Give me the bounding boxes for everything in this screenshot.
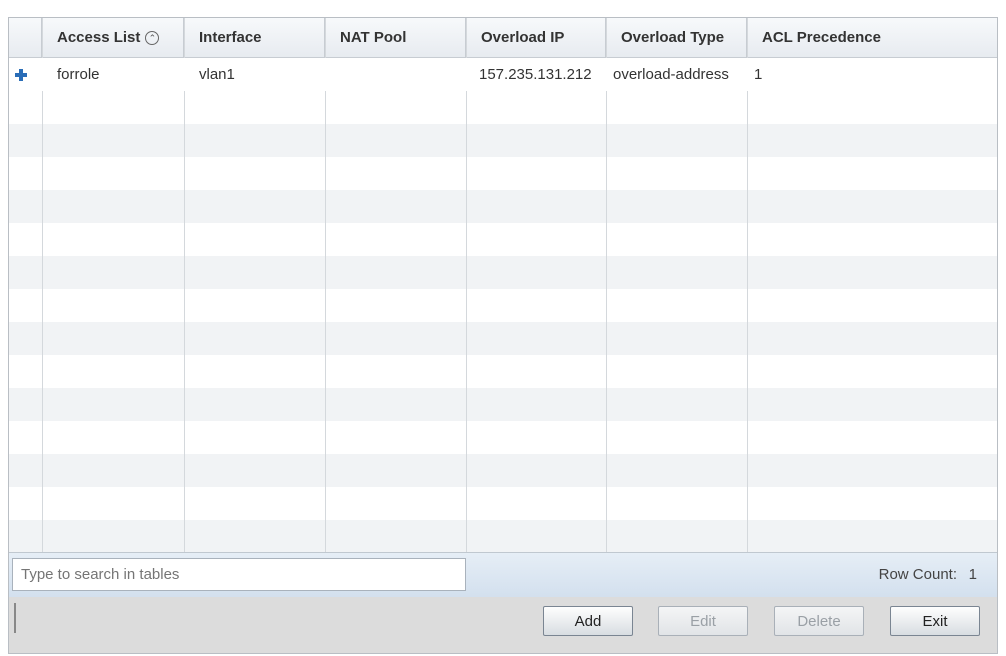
search-input[interactable] bbox=[12, 558, 466, 591]
column-divider bbox=[466, 18, 467, 552]
table-footer: Row Count: 1 bbox=[9, 552, 997, 597]
nat-table-panel: Access List ⌃ Interface NAT Pool Overload… bbox=[8, 17, 998, 654]
column-divider bbox=[42, 18, 43, 552]
toolbar-divider bbox=[14, 603, 16, 633]
row-stripe bbox=[9, 322, 997, 355]
cell-interface: vlan1 bbox=[199, 66, 235, 83]
column-header-overload-ip[interactable]: Overload IP bbox=[466, 18, 606, 57]
column-header-access-list[interactable]: Access List ⌃ bbox=[42, 18, 184, 57]
column-divider bbox=[325, 18, 326, 552]
row-stripe bbox=[9, 124, 997, 157]
column-header-label: Access List bbox=[57, 29, 141, 46]
column-header-label: Overload Type bbox=[621, 29, 725, 46]
row-count-value: 1 bbox=[968, 566, 977, 583]
table-header: Access List ⌃ Interface NAT Pool Overload… bbox=[9, 18, 997, 58]
column-header-label: NAT Pool bbox=[340, 29, 407, 46]
row-stripe bbox=[9, 454, 997, 487]
cell-access-list: forrole bbox=[57, 66, 100, 83]
cell-overload-ip: 157.235.131.212 bbox=[479, 66, 592, 83]
plus-icon[interactable] bbox=[15, 69, 27, 81]
add-button[interactable]: Add bbox=[543, 606, 633, 636]
row-stripe bbox=[9, 256, 997, 289]
sort-ascending-icon[interactable]: ⌃ bbox=[145, 31, 160, 46]
column-header-overload-type[interactable]: Overload Type bbox=[606, 18, 747, 57]
row-stripe bbox=[9, 388, 997, 421]
exit-button[interactable]: Exit bbox=[890, 606, 980, 636]
header-expander bbox=[9, 18, 42, 57]
table-row[interactable]: forrole vlan1 157.235.131.212 overload-a… bbox=[9, 58, 997, 91]
column-header-acl-precedence[interactable]: ACL Precedence bbox=[747, 18, 997, 57]
column-header-nat-pool[interactable]: NAT Pool bbox=[325, 18, 466, 57]
column-header-label: Interface bbox=[199, 29, 262, 46]
button-bar: Add Edit Delete Exit bbox=[9, 597, 997, 653]
delete-button[interactable]: Delete bbox=[774, 606, 864, 636]
column-header-label: ACL Precedence bbox=[762, 29, 881, 46]
row-stripe bbox=[9, 520, 997, 552]
table-body bbox=[9, 58, 997, 552]
cell-overload-type: overload-address bbox=[613, 66, 729, 83]
column-header-label: Overload IP bbox=[481, 29, 565, 46]
column-header-interface[interactable]: Interface bbox=[184, 18, 325, 57]
row-stripe bbox=[9, 190, 997, 223]
data-grid: Access List ⌃ Interface NAT Pool Overload… bbox=[9, 18, 997, 552]
column-divider bbox=[747, 18, 748, 552]
cell-acl-precedence: 1 bbox=[754, 66, 763, 83]
edit-button[interactable]: Edit bbox=[658, 606, 748, 636]
column-divider bbox=[184, 18, 185, 552]
row-count-label: Row Count: bbox=[878, 566, 957, 583]
column-divider bbox=[606, 18, 607, 552]
